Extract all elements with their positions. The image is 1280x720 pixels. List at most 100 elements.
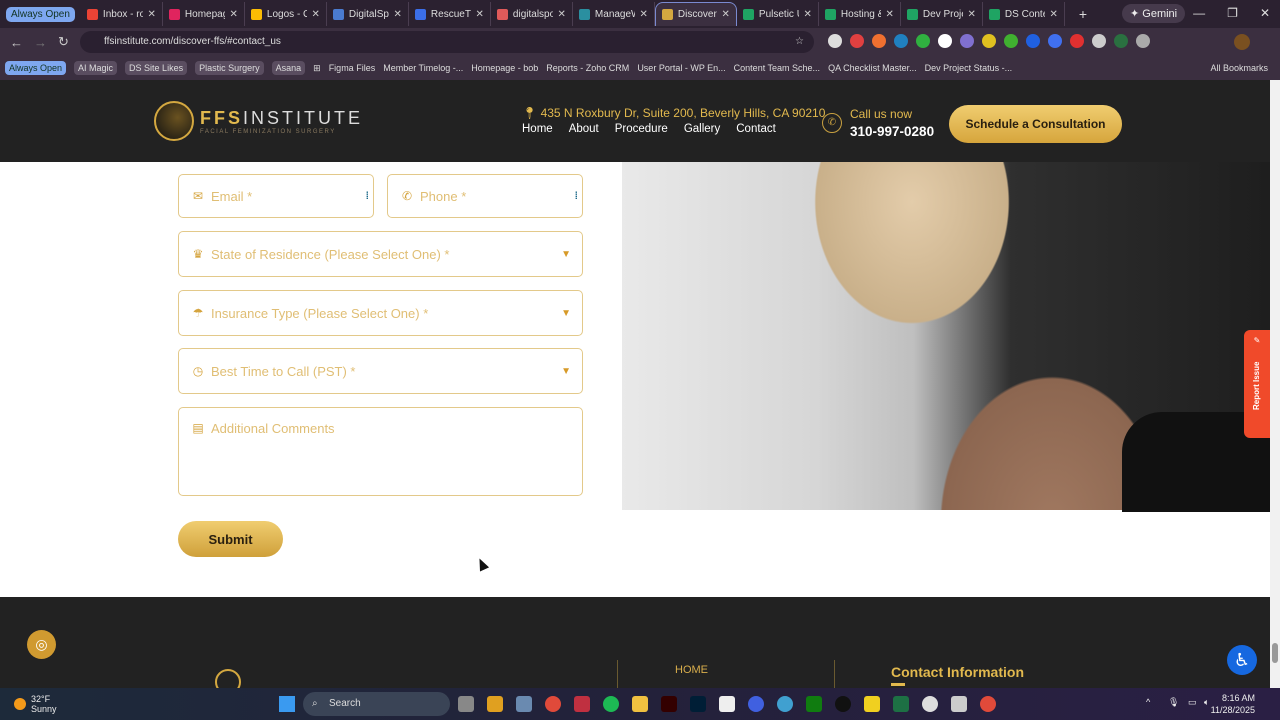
scrollbar[interactable] xyxy=(1270,80,1280,688)
star-icon[interactable]: ☆ xyxy=(795,31,804,53)
extension-icon[interactable] xyxy=(938,34,952,48)
schedule-consultation-button[interactable]: Schedule a Consultation xyxy=(949,105,1122,143)
bookmark-item[interactable]: Homepage - bob xyxy=(471,63,538,73)
accessibility-icon[interactable]: ♿︎ xyxy=(1227,645,1257,675)
network-icon[interactable]: ▭ xyxy=(1188,697,1197,708)
nav-link-gallery[interactable]: Gallery xyxy=(684,123,720,135)
back-icon[interactable]: ← xyxy=(10,35,24,50)
password-manager-icon[interactable]: ⁞ xyxy=(575,191,578,202)
sticky-notes-icon[interactable] xyxy=(864,696,880,712)
gemini-button[interactable]: ✦ Gemini xyxy=(1122,4,1186,23)
minimize-icon[interactable]: — xyxy=(1193,6,1205,20)
url-input[interactable]: ffsinstitute.com/discover-ffs/#contact_u… xyxy=(80,31,814,53)
bookmark-item[interactable]: Figma Files xyxy=(329,63,376,73)
taskbar-search[interactable]: ⌕ Search xyxy=(303,692,450,716)
phone-field[interactable]: ✆ Phone * ⁞ xyxy=(387,174,583,218)
spotify-icon[interactable] xyxy=(603,696,619,712)
state-select[interactable]: ♛ State of Residence (Please Select One) … xyxy=(178,231,583,277)
scrollbar-thumb[interactable] xyxy=(1272,643,1278,663)
app-icon[interactable] xyxy=(748,696,764,712)
password-manager-icon[interactable]: ⁞ xyxy=(366,191,369,202)
email-field[interactable]: ✉ Email * ⁞ xyxy=(178,174,374,218)
clock[interactable]: 8:16 AM 11/28/2025 xyxy=(1211,692,1255,716)
bookmark-item[interactable]: User Portal - WP En... xyxy=(637,63,725,73)
apps-grid-icon[interactable]: ⊞ xyxy=(313,63,321,74)
app-icon[interactable] xyxy=(777,696,793,712)
browser-tab[interactable]: digitalspo ✕ xyxy=(491,2,573,26)
nav-link-home[interactable]: Home xyxy=(522,123,553,135)
bookmark-item[interactable]: Dev Project Status -... xyxy=(925,63,1013,73)
weather-widget[interactable]: 32°F Sunny xyxy=(14,694,57,714)
extension-icon[interactable] xyxy=(1026,34,1040,48)
app-icon[interactable] xyxy=(719,696,735,712)
browser-tab[interactable]: RescueTi ✕ xyxy=(409,2,491,26)
browser-tab[interactable]: Hosting & ✕ xyxy=(819,2,901,26)
app-icon[interactable] xyxy=(458,696,474,712)
nav-link-procedure[interactable]: Procedure xyxy=(615,123,668,135)
browser-tab[interactable]: Pulsetic U ✕ xyxy=(737,2,819,26)
browser-tab[interactable]: DigitalSp ✕ xyxy=(327,2,409,26)
file-explorer-icon[interactable] xyxy=(632,696,648,712)
phone-link[interactable]: 310-997-0280 xyxy=(850,124,934,139)
nav-link-about[interactable]: About xyxy=(569,123,599,135)
browser-tab[interactable]: Homepag ✕ xyxy=(163,2,245,26)
best-time-select[interactable]: ◷ Best Time to Call (PST) * ▼ xyxy=(178,348,583,394)
app-icon[interactable] xyxy=(516,696,532,712)
close-tab-icon[interactable]: ✕ xyxy=(148,9,156,20)
chrome-icon[interactable] xyxy=(545,696,561,712)
extension-icon[interactable] xyxy=(1070,34,1084,48)
bookmark-item[interactable]: Reports - Zoho CRM xyxy=(546,63,629,73)
close-tab-icon[interactable]: ✕ xyxy=(394,9,402,20)
bookmark-item[interactable]: Member Timelog -... xyxy=(383,63,463,73)
close-tab-icon[interactable]: ✕ xyxy=(230,9,238,20)
chatgpt-icon[interactable] xyxy=(922,696,938,712)
browser-tab[interactable]: Dev Proje ✕ xyxy=(901,2,983,26)
browser-tab[interactable]: ManageW ✕ xyxy=(573,2,655,26)
browser-tab[interactable]: Inbox - ro ✕ xyxy=(81,2,163,26)
footer-link-home[interactable]: HOME xyxy=(675,664,708,676)
tray-chevron-icon[interactable]: ^ xyxy=(1146,697,1150,707)
extension-icon[interactable] xyxy=(1004,34,1018,48)
illustrator-icon[interactable] xyxy=(661,696,677,712)
extension-icon[interactable] xyxy=(828,34,842,48)
profile-avatar[interactable] xyxy=(1234,34,1250,50)
chrome-icon[interactable] xyxy=(980,696,996,712)
app-icon[interactable] xyxy=(835,696,851,712)
close-tab-icon[interactable]: ✕ xyxy=(722,9,730,20)
close-tab-icon[interactable]: ✕ xyxy=(476,9,484,20)
xbox-icon[interactable] xyxy=(806,696,822,712)
excel-icon[interactable] xyxy=(893,696,909,712)
close-tab-icon[interactable]: ✕ xyxy=(804,9,812,20)
bookmark-item[interactable]: Content Team Sche... xyxy=(734,63,820,73)
report-issue-tab[interactable]: ✎ Report Issue xyxy=(1244,330,1270,438)
forward-icon[interactable]: → xyxy=(34,35,48,50)
new-tab-icon[interactable]: + xyxy=(1079,6,1087,22)
extension-icon[interactable] xyxy=(982,34,996,48)
nav-link-contact[interactable]: Contact xyxy=(736,123,776,135)
bookmark-item[interactable]: DS Site Likes xyxy=(125,61,188,75)
all-bookmarks[interactable]: All Bookmarks xyxy=(1210,63,1268,73)
restore-icon[interactable]: ❐ xyxy=(1227,6,1238,20)
submit-button[interactable]: Submit xyxy=(178,521,283,557)
comments-textarea[interactable]: ▤ Additional Comments xyxy=(178,407,583,496)
close-tab-icon[interactable]: ✕ xyxy=(640,9,648,20)
bookmark-item[interactable]: Asana xyxy=(271,61,306,75)
close-tab-icon[interactable]: ✕ xyxy=(312,9,320,20)
bookmark-item[interactable]: QA Checklist Master... xyxy=(828,63,917,73)
browser-tab[interactable]: DS Conte ✕ xyxy=(983,2,1065,26)
app-icon[interactable] xyxy=(487,696,503,712)
extension-icon[interactable] xyxy=(850,34,864,48)
app-icon[interactable] xyxy=(574,696,590,712)
extension-icon[interactable] xyxy=(1092,34,1106,48)
bookmark-item[interactable]: Plastic Surgery xyxy=(195,61,264,75)
volume-icon[interactable]: 🔈︎ xyxy=(1204,697,1209,708)
microphone-icon[interactable]: 🎙︎ xyxy=(1168,697,1179,708)
close-tab-icon[interactable]: ✕ xyxy=(886,9,894,20)
browser-tab[interactable]: Discover ✕ xyxy=(654,2,737,26)
reload-icon[interactable]: ↻ xyxy=(58,34,72,50)
extension-icon[interactable] xyxy=(1048,34,1062,48)
bookmark-item[interactable]: Always Open xyxy=(5,61,67,75)
site-logo[interactable]: FFSINSTITUTE FACIAL FEMINIZATION SURGERY xyxy=(154,101,363,141)
app-icon[interactable] xyxy=(951,696,967,712)
close-tab-icon[interactable]: ✕ xyxy=(558,9,566,20)
